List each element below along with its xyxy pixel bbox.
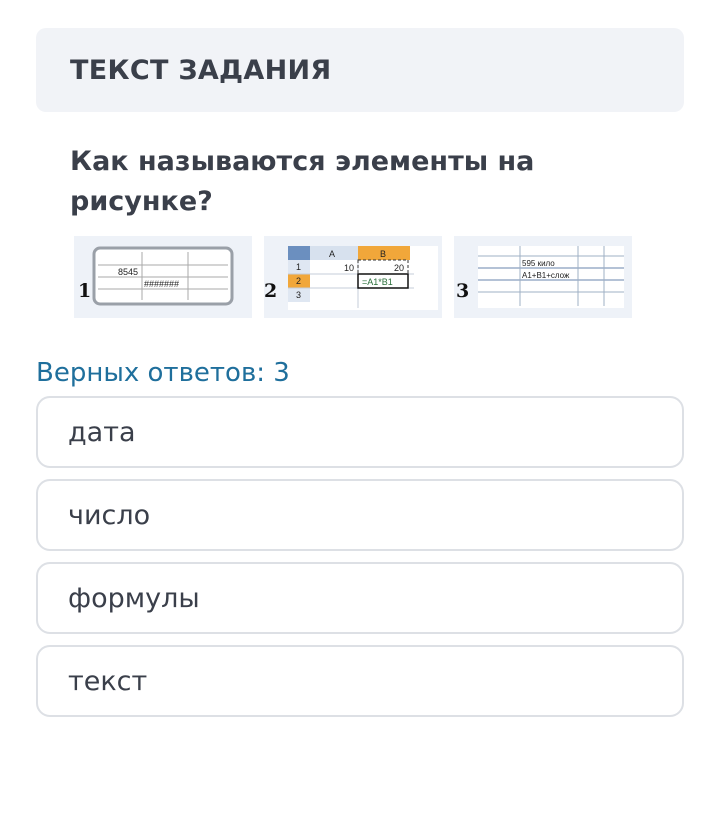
question-figures: 1 8545 ####### 2 A B 1 2 3 10 20 =A1*B1 … xyxy=(74,236,634,320)
answer-option-label: число xyxy=(68,499,151,531)
figure-1-overflow: ####### xyxy=(144,279,179,289)
figure-3-formula-text: A1+B1+слож xyxy=(522,271,570,280)
question-text: Как называются элементы на рисунке? xyxy=(70,146,535,217)
answer-option-number[interactable]: число xyxy=(36,479,684,551)
correct-answers-count: Верных ответов: 3 xyxy=(36,358,290,388)
figure-2: 2 A B 1 2 3 10 20 =A1*B1 xyxy=(264,236,442,318)
task-header: ТЕКСТ ЗАДАНИЯ xyxy=(36,28,684,112)
figure-1-spreadsheet: 8545 ####### xyxy=(92,246,234,306)
answer-option-label: формулы xyxy=(68,582,200,614)
answer-option-data[interactable]: дата xyxy=(36,396,684,468)
figure-1-value: 8545 xyxy=(118,267,138,277)
figure-2-spreadsheet: A B 1 2 3 10 20 =A1*B1 xyxy=(288,246,438,310)
figure-3-spreadsheet: 595 кило A1+B1+слож xyxy=(478,246,624,308)
figure-2-row-1: 1 xyxy=(296,262,301,272)
figure-2-a1: 10 xyxy=(344,263,354,273)
figure-2-col-a: A xyxy=(329,249,335,259)
figure-2-b1: 20 xyxy=(394,263,404,273)
answer-option-label: дата xyxy=(68,416,136,448)
figure-3: 3 595 кило A1+B1+слож xyxy=(454,236,632,318)
answer-option-formulas[interactable]: формулы xyxy=(36,562,684,634)
answer-option-label: текст xyxy=(68,665,148,697)
figure-2-row-3: 3 xyxy=(296,290,301,300)
answer-option-text[interactable]: текст xyxy=(36,645,684,717)
figure-2-col-b: B xyxy=(380,249,386,259)
figure-3-text: 595 кило xyxy=(522,259,555,268)
figure-1: 1 8545 ####### xyxy=(74,236,252,318)
figure-2-row-2: 2 xyxy=(296,276,301,286)
figure-2-formula: =A1*B1 xyxy=(362,277,393,287)
task-header-title: ТЕКСТ ЗАДАНИЯ xyxy=(70,54,332,86)
